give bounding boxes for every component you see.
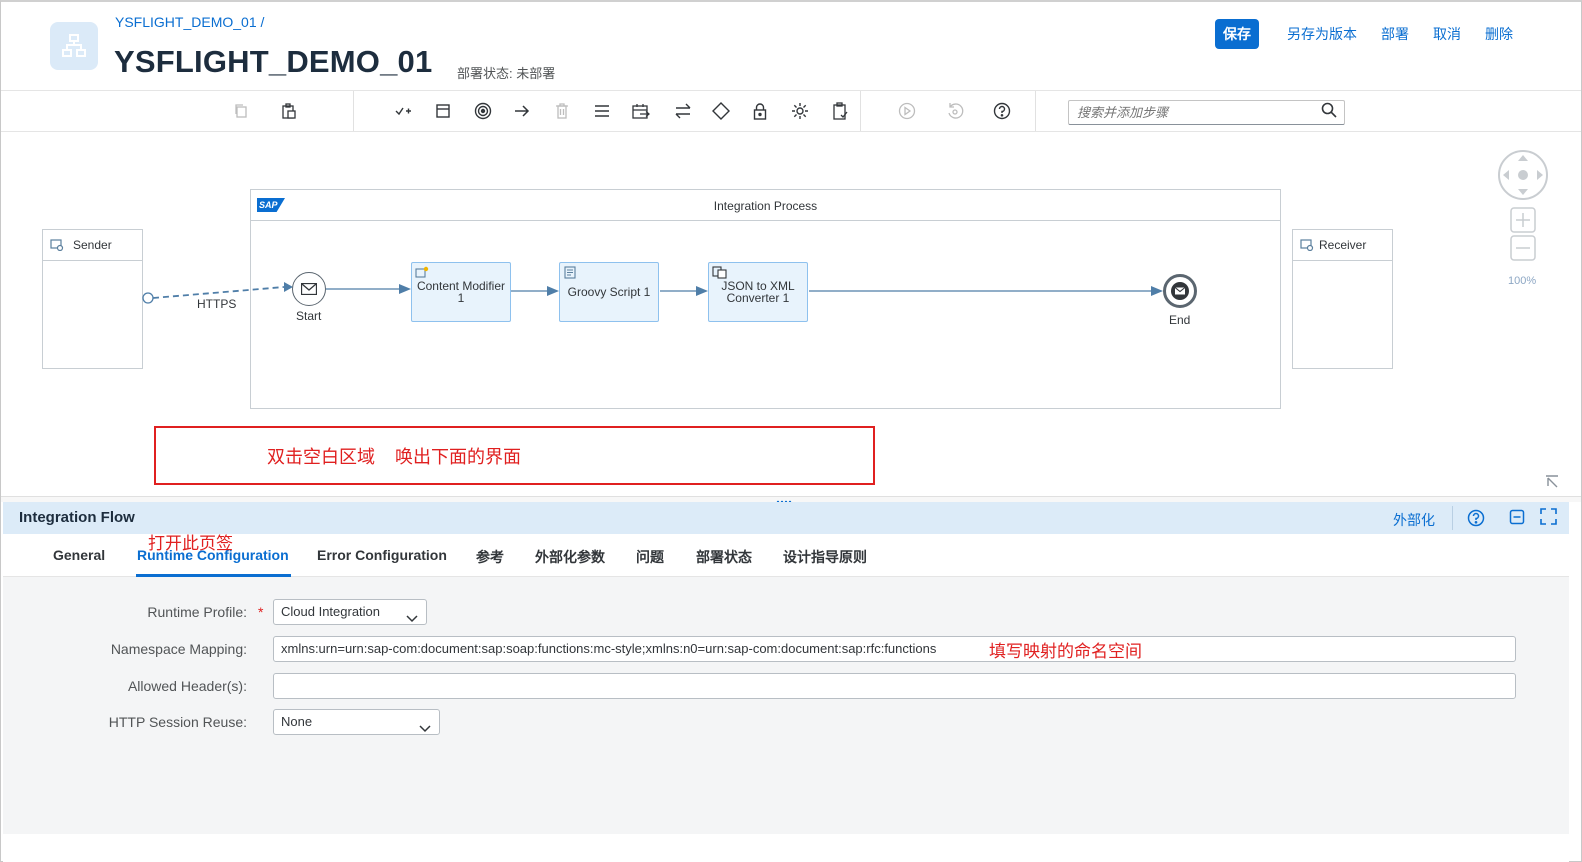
- runtime-profile-value: Cloud Integration: [281, 604, 381, 619]
- properties-tabs: General Runtime Configuration Error Conf…: [3, 534, 1569, 577]
- persistence-icon[interactable]: [788, 99, 812, 123]
- content-modifier-label-2: 1: [457, 291, 465, 305]
- integration-flow-icon: [50, 22, 98, 70]
- zoom-level: 100%: [1508, 275, 1537, 287]
- maximize-icon[interactable]: [1540, 508, 1557, 530]
- tab-externalized-parameters[interactable]: 外部化参数: [535, 547, 605, 567]
- call-icon[interactable]: [629, 99, 653, 123]
- tab-error-configuration[interactable]: Error Configuration: [317, 547, 447, 563]
- tab-references[interactable]: 参考: [476, 547, 504, 567]
- delete-icon[interactable]: [550, 99, 574, 123]
- tab-design-guidelines[interactable]: 设计指导原则: [783, 547, 867, 567]
- converter-icon: [712, 266, 727, 281]
- end-event[interactable]: [1163, 274, 1197, 308]
- allowed-headers-label: Allowed Header(s):: [127, 678, 247, 694]
- zoom-out-icon[interactable]: [1510, 235, 1536, 266]
- runtime-profile-select[interactable]: Cloud Integration: [273, 599, 427, 625]
- page-title: YSFLIGHT_DEMO_01: [114, 44, 433, 79]
- toolbar-separator: [860, 91, 861, 131]
- connector-icon[interactable]: [510, 99, 534, 123]
- start-label: Start: [296, 309, 322, 323]
- header-separator: [1452, 506, 1453, 530]
- step-groovy-script[interactable]: Groovy Script 1: [559, 262, 659, 322]
- pan-control-icon[interactable]: [1497, 149, 1549, 206]
- namespace-mapping-value: xmlns:urn=urn:sap-com:document:sap:soap:…: [281, 641, 937, 656]
- http-session-reuse-value: None: [281, 714, 313, 729]
- end-message-icon: [1171, 282, 1189, 300]
- app-window: YSFLIGHT_DEMO_01 / YSFLIGHT_DEMO_01 部署状态…: [0, 0, 1582, 862]
- transformation-icon[interactable]: [671, 99, 695, 123]
- annotation-text: 双击空白区域 唤出下面的界面: [267, 447, 522, 467]
- simulation-icon[interactable]: [895, 99, 919, 123]
- runtime-configuration-form: Runtime Profile: * Cloud Integration Nam…: [3, 577, 1569, 834]
- process-icon[interactable]: [431, 99, 455, 123]
- page-header: YSFLIGHT_DEMO_01 / YSFLIGHT_DEMO_01 部署状态…: [1, 2, 1581, 90]
- runtime-profile-label: Runtime Profile:: [147, 604, 247, 620]
- required-marker: *: [258, 604, 264, 620]
- search-icon[interactable]: [1321, 102, 1337, 123]
- header-actions: 保存 另存为版本 部署 取消 删除: [1215, 19, 1525, 49]
- paste-icon[interactable]: [277, 99, 301, 123]
- minimize-icon[interactable]: [1509, 509, 1525, 530]
- delete-button[interactable]: 删除: [1485, 24, 1513, 44]
- namespace-mapping-label: Namespace Mapping:: [110, 641, 247, 657]
- adapter-label[interactable]: HTTPS: [197, 297, 236, 311]
- deploy-button[interactable]: 部署: [1381, 24, 1409, 44]
- copy-icon[interactable]: [229, 99, 253, 123]
- step-content-modifier[interactable]: Content Modifier 1: [411, 262, 511, 322]
- panel-footer: [3, 834, 1569, 862]
- chevron-down-icon: [419, 717, 431, 734]
- http-session-reuse-select[interactable]: None: [273, 709, 440, 735]
- start-event[interactable]: [292, 272, 326, 306]
- externalize-button[interactable]: 外部化: [1393, 510, 1435, 530]
- gateway-icon[interactable]: [709, 99, 733, 123]
- zoom-in-icon[interactable]: [1510, 207, 1536, 238]
- allowed-headers-field[interactable]: [273, 673, 1516, 699]
- chevron-down-icon: [406, 607, 418, 624]
- namespace-annotation: 填写映射的命名空间: [989, 642, 1142, 661]
- help-icon[interactable]: [1467, 509, 1485, 532]
- palette-toolbar: [1, 90, 1581, 132]
- help-icon[interactable]: [990, 99, 1014, 123]
- toolbar-separator: [1035, 91, 1036, 131]
- toolbar-separator: [353, 91, 354, 131]
- breadcrumb[interactable]: YSFLIGHT_DEMO_01 /: [115, 14, 264, 30]
- deploy-status: 部署状态: 未部署: [457, 66, 556, 81]
- save-button[interactable]: 保存: [1215, 19, 1259, 49]
- step-json-to-xml[interactable]: JSON to XML Converter 1: [708, 262, 808, 322]
- tab-deployment-status[interactable]: 部署状态: [696, 547, 752, 567]
- tab-problems[interactable]: 问题: [636, 547, 664, 567]
- cancel-button[interactable]: 取消: [1433, 24, 1461, 44]
- namespace-mapping-field[interactable]: xmlns:urn=urn:sap-com:document:sap:soap:…: [273, 636, 1516, 662]
- envelope-icon: [301, 283, 317, 295]
- collapse-canvas-icon[interactable]: [1545, 475, 1559, 494]
- undo-icon[interactable]: [943, 99, 967, 123]
- annotation-box: 双击空白区域 唤出下面的界面: [154, 426, 875, 485]
- routing-icon[interactable]: [590, 99, 614, 123]
- content-modifier-icon: [415, 266, 429, 280]
- end-label: End: [1169, 313, 1191, 327]
- events-icon[interactable]: [471, 99, 495, 123]
- save-as-version-button[interactable]: 另存为版本: [1287, 24, 1357, 44]
- tab-annotation: 打开此页签: [148, 534, 233, 553]
- validator-icon[interactable]: [828, 99, 852, 123]
- tab-general[interactable]: General: [53, 547, 105, 563]
- properties-header: Integration Flow 外部化: [3, 502, 1569, 534]
- security-icon[interactable]: [748, 99, 772, 123]
- json-to-xml-label-2: Converter 1: [726, 291, 790, 305]
- http-session-reuse-label: HTTP Session Reuse:: [108, 714, 247, 730]
- step-search-input[interactable]: [1068, 100, 1345, 125]
- groovy-script-label: Groovy Script 1: [567, 285, 651, 299]
- participants-icon[interactable]: [391, 99, 415, 123]
- script-icon: [563, 266, 577, 281]
- properties-title: Integration Flow: [19, 509, 135, 526]
